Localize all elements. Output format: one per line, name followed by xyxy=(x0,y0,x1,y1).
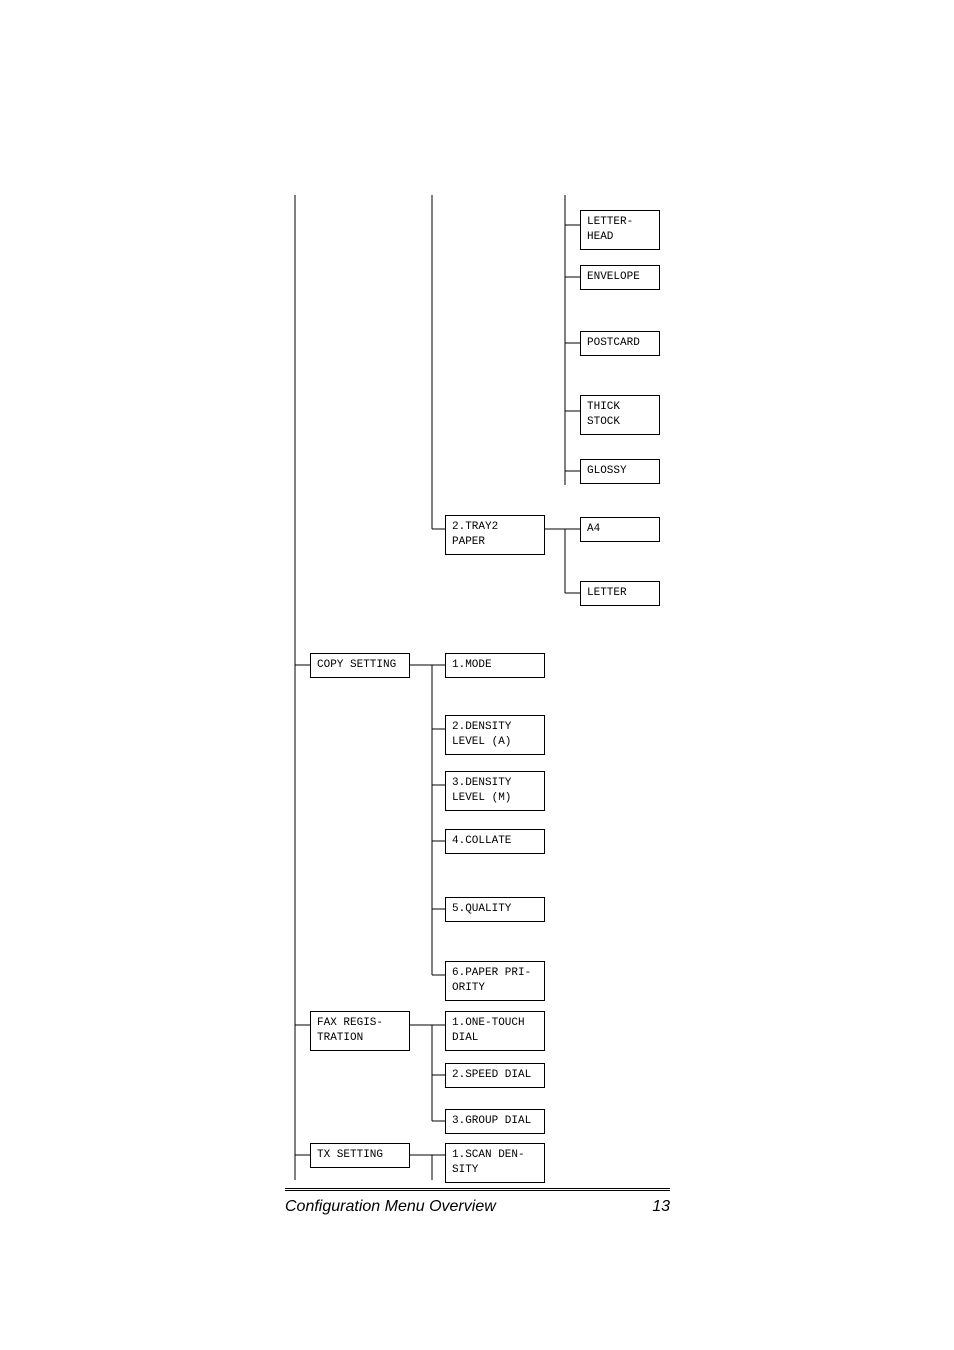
node-collate: 4.COLLATE xyxy=(445,829,545,854)
node-speed-dial: 2.SPEED DIAL xyxy=(445,1063,545,1088)
footer-rule xyxy=(285,1188,670,1189)
node-tray2-paper: 2.TRAY2 PAPER xyxy=(445,515,545,555)
node-thickstock: THICK STOCK xyxy=(580,395,660,435)
node-copy-setting: COPY SETTING xyxy=(310,653,410,678)
node-one-touch-dial: 1.ONE-TOUCH DIAL xyxy=(445,1011,545,1051)
node-group-dial: 3.GROUP DIAL xyxy=(445,1109,545,1134)
node-postcard: POSTCARD xyxy=(580,331,660,356)
footer-title: Configuration Menu Overview xyxy=(285,1198,496,1216)
node-envelope: ENVELOPE xyxy=(580,265,660,290)
node-paper-priority: 6.PAPER PRI- ORITY xyxy=(445,961,545,1001)
node-glossy: GLOSSY xyxy=(580,459,660,484)
node-letter: LETTER xyxy=(580,581,660,606)
node-tx-setting: TX SETTING xyxy=(310,1143,410,1168)
node-a4: A4 xyxy=(580,517,660,542)
node-density-m: 3.DENSITY LEVEL (M) xyxy=(445,771,545,811)
node-scan-density: 1.SCAN DEN- SITY xyxy=(445,1143,545,1183)
node-fax-registration: FAX REGIS- TRATION xyxy=(310,1011,410,1051)
node-quality: 5.QUALITY xyxy=(445,897,545,922)
footer-rule xyxy=(285,1190,670,1191)
footer-page-number: 13 xyxy=(652,1198,670,1216)
node-density-a: 2.DENSITY LEVEL (A) xyxy=(445,715,545,755)
node-letterhead: LETTER- HEAD xyxy=(580,210,660,250)
node-mode: 1.MODE xyxy=(445,653,545,678)
